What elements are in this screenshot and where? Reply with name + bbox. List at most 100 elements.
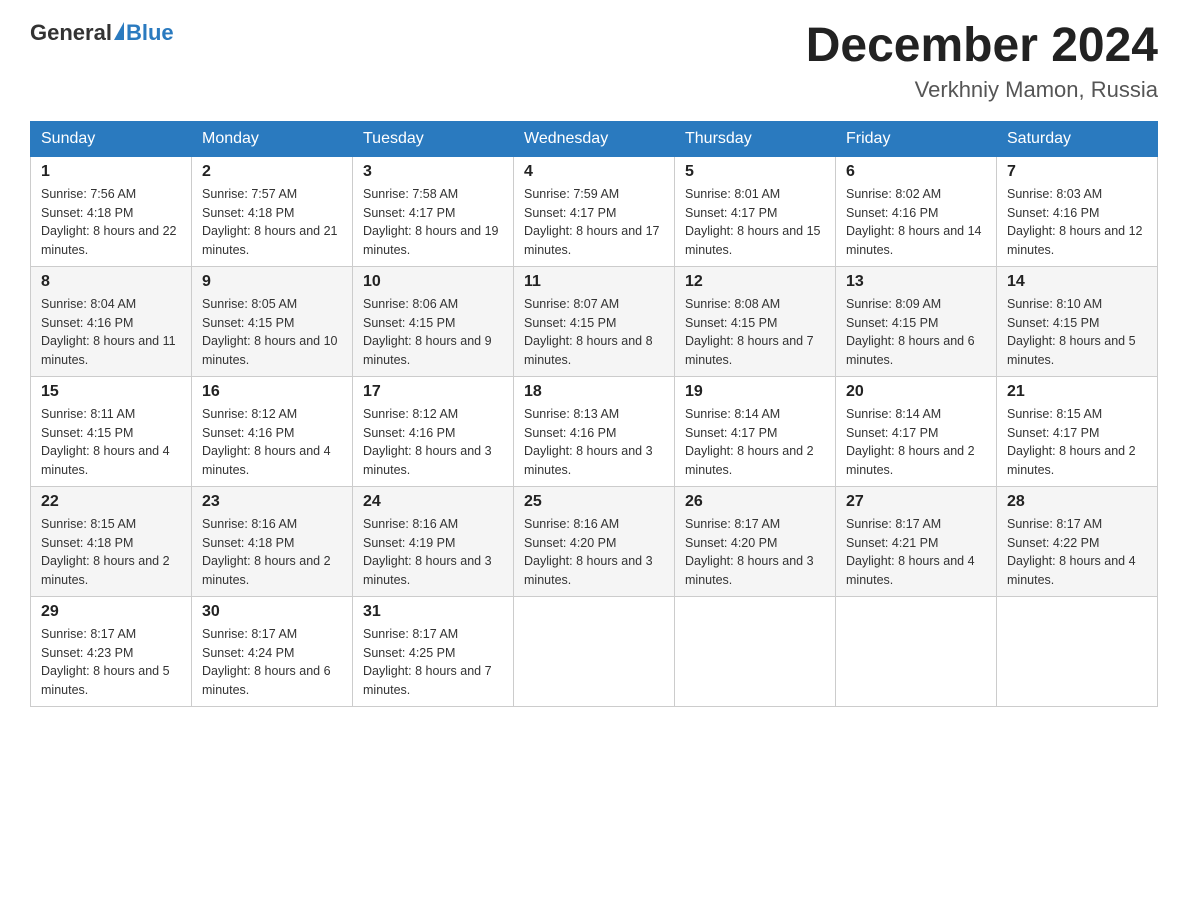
day-info: Sunrise: 8:06 AMSunset: 4:15 PMDaylight:… (363, 297, 492, 367)
day-number: 4 (524, 163, 664, 181)
day-info: Sunrise: 8:14 AMSunset: 4:17 PMDaylight:… (846, 407, 975, 477)
logo-general: General (30, 20, 112, 46)
calendar-week-3: 15 Sunrise: 8:11 AMSunset: 4:15 PMDaylig… (31, 376, 1158, 486)
table-row: 23 Sunrise: 8:16 AMSunset: 4:18 PMDaylig… (192, 486, 353, 596)
calendar-week-5: 29 Sunrise: 8:17 AMSunset: 4:23 PMDaylig… (31, 596, 1158, 706)
day-number: 30 (202, 603, 342, 621)
day-number: 21 (1007, 383, 1147, 401)
day-info: Sunrise: 8:11 AMSunset: 4:15 PMDaylight:… (41, 407, 170, 477)
table-row: 15 Sunrise: 8:11 AMSunset: 4:15 PMDaylig… (31, 376, 192, 486)
calendar-title: December 2024 (806, 20, 1158, 73)
table-row: 30 Sunrise: 8:17 AMSunset: 4:24 PMDaylig… (192, 596, 353, 706)
day-info: Sunrise: 8:17 AMSunset: 4:23 PMDaylight:… (41, 627, 170, 697)
header-friday: Friday (836, 121, 997, 156)
day-number: 15 (41, 383, 181, 401)
header-sunday: Sunday (31, 121, 192, 156)
table-row: 18 Sunrise: 8:13 AMSunset: 4:16 PMDaylig… (514, 376, 675, 486)
header-thursday: Thursday (675, 121, 836, 156)
calendar-week-2: 8 Sunrise: 8:04 AMSunset: 4:16 PMDayligh… (31, 266, 1158, 376)
day-number: 3 (363, 163, 503, 181)
day-number: 24 (363, 493, 503, 511)
day-number: 11 (524, 273, 664, 291)
table-row: 7 Sunrise: 8:03 AMSunset: 4:16 PMDayligh… (997, 156, 1158, 266)
day-info: Sunrise: 8:12 AMSunset: 4:16 PMDaylight:… (202, 407, 331, 477)
day-info: Sunrise: 8:16 AMSunset: 4:20 PMDaylight:… (524, 517, 653, 587)
day-info: Sunrise: 8:17 AMSunset: 4:24 PMDaylight:… (202, 627, 331, 697)
logo-triangle-icon (114, 22, 124, 40)
table-row: 12 Sunrise: 8:08 AMSunset: 4:15 PMDaylig… (675, 266, 836, 376)
header-tuesday: Tuesday (353, 121, 514, 156)
header-saturday: Saturday (997, 121, 1158, 156)
day-number: 5 (685, 163, 825, 181)
calendar-subtitle: Verkhniy Mamon, Russia (806, 77, 1158, 103)
day-info: Sunrise: 8:17 AMSunset: 4:22 PMDaylight:… (1007, 517, 1136, 587)
day-number: 23 (202, 493, 342, 511)
table-row: 2 Sunrise: 7:57 AMSunset: 4:18 PMDayligh… (192, 156, 353, 266)
day-info: Sunrise: 8:07 AMSunset: 4:15 PMDaylight:… (524, 297, 653, 367)
day-info: Sunrise: 7:56 AMSunset: 4:18 PMDaylight:… (41, 187, 177, 257)
day-number: 19 (685, 383, 825, 401)
table-row: 19 Sunrise: 8:14 AMSunset: 4:17 PMDaylig… (675, 376, 836, 486)
day-info: Sunrise: 8:09 AMSunset: 4:15 PMDaylight:… (846, 297, 975, 367)
day-info: Sunrise: 7:59 AMSunset: 4:17 PMDaylight:… (524, 187, 660, 257)
table-row: 17 Sunrise: 8:12 AMSunset: 4:16 PMDaylig… (353, 376, 514, 486)
day-info: Sunrise: 8:17 AMSunset: 4:25 PMDaylight:… (363, 627, 492, 697)
day-number: 7 (1007, 163, 1147, 181)
header-row: Sunday Monday Tuesday Wednesday Thursday… (31, 121, 1158, 156)
day-info: Sunrise: 8:10 AMSunset: 4:15 PMDaylight:… (1007, 297, 1136, 367)
table-row: 28 Sunrise: 8:17 AMSunset: 4:22 PMDaylig… (997, 486, 1158, 596)
table-row: 13 Sunrise: 8:09 AMSunset: 4:15 PMDaylig… (836, 266, 997, 376)
day-info: Sunrise: 7:57 AMSunset: 4:18 PMDaylight:… (202, 187, 338, 257)
table-row: 22 Sunrise: 8:15 AMSunset: 4:18 PMDaylig… (31, 486, 192, 596)
table-row: 14 Sunrise: 8:10 AMSunset: 4:15 PMDaylig… (997, 266, 1158, 376)
table-row: 10 Sunrise: 8:06 AMSunset: 4:15 PMDaylig… (353, 266, 514, 376)
day-number: 14 (1007, 273, 1147, 291)
day-number: 18 (524, 383, 664, 401)
table-row: 24 Sunrise: 8:16 AMSunset: 4:19 PMDaylig… (353, 486, 514, 596)
day-number: 28 (1007, 493, 1147, 511)
header-monday: Monday (192, 121, 353, 156)
day-number: 20 (846, 383, 986, 401)
calendar-page: General Blue December 2024 Verkhniy Mamo… (0, 0, 1188, 918)
table-row: 9 Sunrise: 8:05 AMSunset: 4:15 PMDayligh… (192, 266, 353, 376)
day-number: 12 (685, 273, 825, 291)
day-number: 29 (41, 603, 181, 621)
day-number: 25 (524, 493, 664, 511)
day-info: Sunrise: 8:15 AMSunset: 4:17 PMDaylight:… (1007, 407, 1136, 477)
day-number: 10 (363, 273, 503, 291)
day-number: 1 (41, 163, 181, 181)
day-number: 8 (41, 273, 181, 291)
table-row: 31 Sunrise: 8:17 AMSunset: 4:25 PMDaylig… (353, 596, 514, 706)
day-info: Sunrise: 8:16 AMSunset: 4:19 PMDaylight:… (363, 517, 492, 587)
day-info: Sunrise: 8:17 AMSunset: 4:20 PMDaylight:… (685, 517, 814, 587)
table-row: 21 Sunrise: 8:15 AMSunset: 4:17 PMDaylig… (997, 376, 1158, 486)
title-section: December 2024 Verkhniy Mamon, Russia (806, 20, 1158, 103)
table-row: 25 Sunrise: 8:16 AMSunset: 4:20 PMDaylig… (514, 486, 675, 596)
table-row: 4 Sunrise: 7:59 AMSunset: 4:17 PMDayligh… (514, 156, 675, 266)
table-row (675, 596, 836, 706)
day-info: Sunrise: 8:12 AMSunset: 4:16 PMDaylight:… (363, 407, 492, 477)
day-number: 6 (846, 163, 986, 181)
logo: General Blue (30, 20, 174, 46)
day-info: Sunrise: 8:15 AMSunset: 4:18 PMDaylight:… (41, 517, 170, 587)
table-row: 29 Sunrise: 8:17 AMSunset: 4:23 PMDaylig… (31, 596, 192, 706)
day-number: 22 (41, 493, 181, 511)
day-info: Sunrise: 8:01 AMSunset: 4:17 PMDaylight:… (685, 187, 821, 257)
day-info: Sunrise: 8:16 AMSunset: 4:18 PMDaylight:… (202, 517, 331, 587)
table-row: 11 Sunrise: 8:07 AMSunset: 4:15 PMDaylig… (514, 266, 675, 376)
day-number: 17 (363, 383, 503, 401)
table-row (836, 596, 997, 706)
table-row: 27 Sunrise: 8:17 AMSunset: 4:21 PMDaylig… (836, 486, 997, 596)
table-row: 5 Sunrise: 8:01 AMSunset: 4:17 PMDayligh… (675, 156, 836, 266)
day-info: Sunrise: 8:02 AMSunset: 4:16 PMDaylight:… (846, 187, 982, 257)
day-info: Sunrise: 7:58 AMSunset: 4:17 PMDaylight:… (363, 187, 499, 257)
table-row: 6 Sunrise: 8:02 AMSunset: 4:16 PMDayligh… (836, 156, 997, 266)
day-number: 16 (202, 383, 342, 401)
table-row (997, 596, 1158, 706)
header-wednesday: Wednesday (514, 121, 675, 156)
day-info: Sunrise: 8:17 AMSunset: 4:21 PMDaylight:… (846, 517, 975, 587)
calendar-week-1: 1 Sunrise: 7:56 AMSunset: 4:18 PMDayligh… (31, 156, 1158, 266)
page-header: General Blue December 2024 Verkhniy Mamo… (30, 20, 1158, 103)
day-number: 13 (846, 273, 986, 291)
table-row: 26 Sunrise: 8:17 AMSunset: 4:20 PMDaylig… (675, 486, 836, 596)
